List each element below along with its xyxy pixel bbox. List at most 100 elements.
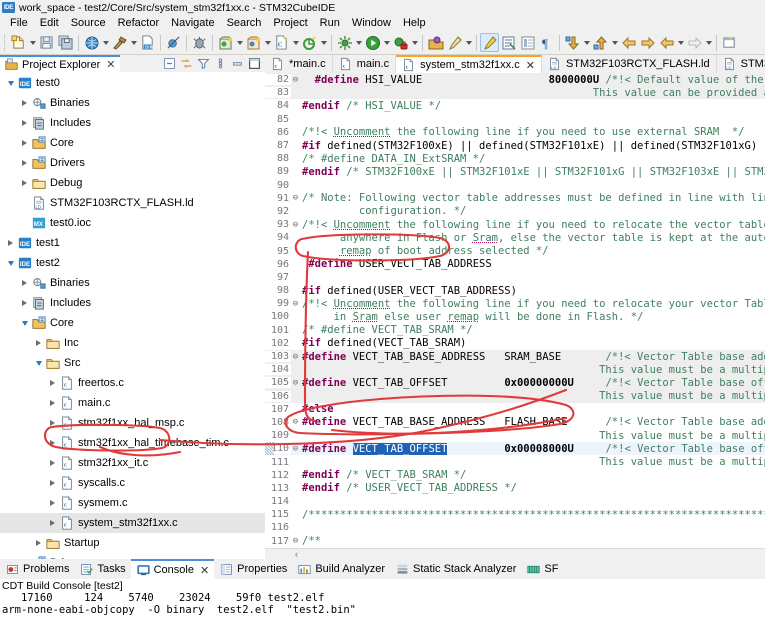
tree-expand-arrow[interactable]	[4, 233, 17, 253]
tree-item[interactable]: Includes	[0, 113, 265, 133]
tree-expand-arrow[interactable]	[4, 73, 17, 93]
new-file-dropdown-icon[interactable]	[28, 33, 37, 52]
previous-edit-dropdown-icon[interactable]	[676, 33, 685, 52]
previous-edit-icon[interactable]	[657, 33, 676, 52]
code-line[interactable]: 83 This value can be provided and adap	[265, 86, 765, 100]
tree-item[interactable]: c sysmem.c	[0, 493, 265, 513]
maximize-icon[interactable]	[247, 56, 262, 71]
fold-marker[interactable]: ⊖	[291, 444, 300, 454]
code-line[interactable]: 112 #endif /* VECT_TAB_SRAM */	[265, 469, 765, 482]
code-line[interactable]: 86 /*!< Uncomment the following line if y…	[265, 126, 765, 139]
bottom-tab[interactable]: Build Analyzer	[292, 559, 390, 579]
next-annotation-icon[interactable]	[563, 33, 582, 52]
link-with-editor-icon[interactable]	[179, 56, 194, 71]
tree-expand-arrow[interactable]	[18, 173, 31, 193]
menu-item-search[interactable]: Search	[221, 16, 268, 30]
code-line[interactable]: 110 ⊖ #define VECT_TAB_OFFSET 0x00008000U …	[265, 442, 765, 456]
code-line[interactable]: 101 /* #define VECT_TAB_SRAM */	[265, 324, 765, 337]
pilcrow-icon[interactable]: ¶	[537, 33, 556, 52]
code-line[interactable]: 85	[265, 113, 765, 126]
bottom-tab[interactable]: Problems	[0, 559, 74, 579]
menu-item-run[interactable]: Run	[314, 16, 346, 30]
skip-breakpoints-icon[interactable]	[164, 33, 183, 52]
tree-expand-arrow[interactable]	[18, 553, 31, 559]
menu-item-file[interactable]: File	[4, 16, 34, 30]
c-build-icon[interactable]: C	[272, 33, 291, 52]
debug-key-icon[interactable]	[391, 33, 410, 52]
tree-item[interactable]: Debug	[0, 173, 265, 193]
code-line[interactable]: 113 #endif /* USER_VECT_TAB_ADDRESS */	[265, 482, 765, 495]
tree-item[interactable]: c stm32f1xx_it.c	[0, 453, 265, 473]
code-line[interactable]: 100 in Sram else user remap will be done…	[265, 310, 765, 323]
tree-item[interactable]: c main.c	[0, 393, 265, 413]
debug-key-dropdown-icon[interactable]	[410, 33, 419, 52]
code-line[interactable]: 104 This value must be a multiple	[265, 363, 765, 377]
restore-view-icon[interactable]	[518, 33, 537, 52]
next-edit-dropdown-icon[interactable]	[704, 33, 713, 52]
code-line[interactable]: 91 ⊖/* Note: Following vector table addre…	[265, 192, 765, 205]
tree-expand-arrow[interactable]	[18, 293, 31, 313]
code-line[interactable]: 93 ⊖/*!< Uncomment the following line if …	[265, 218, 765, 231]
code-line[interactable]: 111 This value must be a multiple	[265, 455, 765, 468]
editor-tab[interactable]: LD STM32F103RCTX_FLASH.ld	[541, 55, 717, 74]
fold-marker[interactable]: ⊖	[291, 378, 300, 388]
code-line[interactable]: 102 #if defined(VECT_TAB_SRAM)	[265, 337, 765, 350]
tree-expand-arrow[interactable]	[18, 93, 31, 113]
menu-item-edit[interactable]: Edit	[34, 16, 65, 30]
tree-item[interactable]: Includes	[0, 293, 265, 313]
tree-expand-arrow[interactable]	[46, 373, 59, 393]
new-c-file-icon[interactable]: BIN	[138, 33, 157, 52]
bottom-tab[interactable]: Properties	[214, 559, 292, 579]
run-icon[interactable]	[363, 33, 382, 52]
tree-item[interactable]: Binaries	[0, 93, 265, 113]
tree-expand-arrow[interactable]	[46, 493, 59, 513]
toggle-mark-occurrences-icon[interactable]	[499, 33, 518, 52]
close-icon[interactable]: ✕	[526, 59, 535, 72]
c-build-dropdown-icon[interactable]	[291, 33, 300, 52]
code-line[interactable]: 107 #else	[265, 403, 765, 416]
debug-config-dropdown-icon[interactable]	[235, 33, 244, 52]
code-line[interactable]: 82 ⊖ #define HSI_VALUE 8000000U /*!< Defa…	[265, 73, 765, 87]
tab-project-explorer[interactable]: Project Explorer ✕	[0, 55, 121, 72]
editor-tab[interactable]: c *main.c	[265, 55, 333, 74]
code-line[interactable]: 84 #endif /* HSI_VALUE */	[265, 99, 765, 112]
tree-expand-arrow[interactable]	[18, 313, 31, 333]
filter-icon[interactable]	[196, 56, 211, 71]
menu-item-navigate[interactable]: Navigate	[165, 16, 220, 30]
bottom-tab[interactable]: SF	[521, 559, 563, 579]
view-menu-icon[interactable]	[213, 56, 228, 71]
tree-expand-arrow[interactable]	[18, 133, 31, 153]
code-line[interactable]: 109 This value must be a multiple	[265, 429, 765, 442]
console-output[interactable]: CSDN @东风点点吹 17160 124 5740 23024 59f0 te…	[0, 592, 765, 618]
save-icon[interactable]	[37, 33, 56, 52]
debug-launch-dropdown-icon[interactable]	[263, 33, 272, 52]
tree-item[interactable]: IDE test1	[0, 233, 265, 253]
menu-item-project[interactable]: Project	[267, 16, 313, 30]
tree-item[interactable]: c freertos.c	[0, 373, 265, 393]
tree-expand-arrow[interactable]	[18, 153, 31, 173]
menu-item-source[interactable]: Source	[65, 16, 112, 30]
code-line[interactable]: 108 ⊖ #define VECT_TAB_BASE_ADDRESS FLASH_…	[265, 416, 765, 429]
code-line[interactable]: 103 ⊖ #define VECT_TAB_BASE_ADDRESS SRAM_B…	[265, 349, 765, 364]
build-hammer-icon[interactable]	[110, 33, 129, 52]
search-dropdown-icon[interactable]	[464, 33, 473, 52]
tree-item[interactable]: c stm32f1xx_hal_timebase_tim.c	[0, 433, 265, 453]
menu-item-refactor[interactable]: Refactor	[112, 16, 166, 30]
code-line[interactable]: 98 #if defined(USER_VECT_TAB_ADDRESS)	[265, 284, 765, 297]
next-annotation-dropdown-icon[interactable]	[582, 33, 591, 52]
tree-item[interactable]: Drivers	[0, 153, 265, 173]
next-edit-icon[interactable]	[685, 33, 704, 52]
bottom-tab[interactable]: Console ✕	[130, 559, 215, 579]
tree-expand-arrow[interactable]	[4, 253, 17, 273]
open-type-icon[interactable]	[426, 33, 445, 52]
new-file-icon[interactable]	[9, 33, 28, 52]
tree-item[interactable]: c syscalls.c	[0, 473, 265, 493]
run-config-dropdown-icon[interactable]	[319, 33, 328, 52]
tree-item[interactable]: IDE test0	[0, 73, 265, 93]
menu-item-window[interactable]: Window	[346, 16, 397, 30]
tree-item[interactable]: Core	[0, 313, 265, 333]
run-config-icon[interactable]	[300, 33, 319, 52]
tree-item[interactable]: Startup	[0, 533, 265, 553]
run-dropdown-icon[interactable]	[382, 33, 391, 52]
tree-expand-arrow[interactable]	[18, 113, 31, 133]
